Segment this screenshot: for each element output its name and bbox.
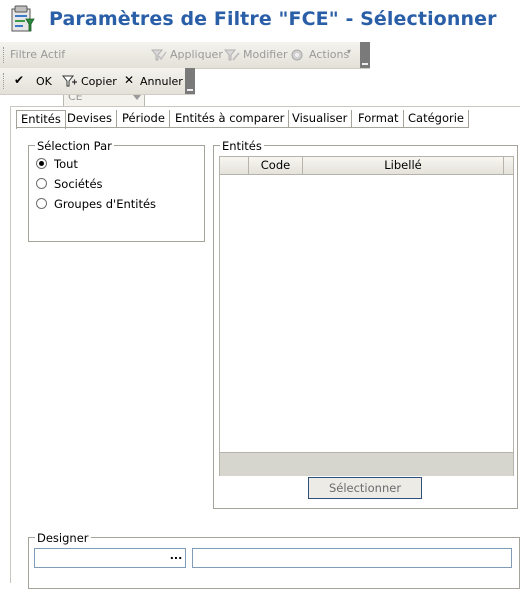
radio-button[interactable] bbox=[36, 178, 47, 189]
cancel-button[interactable]: ✕ Annuler bbox=[122, 72, 183, 90]
radio-button[interactable] bbox=[36, 158, 47, 169]
tab-label: Période bbox=[122, 111, 165, 125]
copy-label: Copier bbox=[81, 75, 117, 88]
modify-label: Modifier bbox=[243, 48, 288, 61]
actions-menu-button[interactable]: Actions ▾ bbox=[289, 46, 357, 64]
tab-periode[interactable]: Période bbox=[118, 110, 170, 127]
radio-tout[interactable]: Tout bbox=[36, 156, 176, 172]
selection-by-legend: Sélection Par bbox=[35, 139, 114, 153]
chevron-down-icon bbox=[133, 95, 141, 100]
actions-label: Actions bbox=[309, 48, 350, 61]
tab-visualiser[interactable]: Visualiser bbox=[288, 110, 353, 127]
copy-filter-icon bbox=[62, 75, 77, 87]
browse-button[interactable]: ... bbox=[167, 548, 185, 566]
apply-button[interactable]: Appliquer bbox=[151, 46, 223, 64]
column-label: Libellé bbox=[384, 158, 422, 172]
designer-code-input[interactable] bbox=[34, 548, 186, 568]
column-label: Code bbox=[260, 158, 291, 172]
tab-divider bbox=[16, 127, 469, 128]
toolbar-grip[interactable] bbox=[3, 73, 7, 89]
ok-label: OK bbox=[36, 75, 52, 88]
toolbar-grip[interactable] bbox=[3, 47, 7, 63]
radio-button[interactable] bbox=[36, 198, 47, 209]
filter-settings-icon bbox=[9, 5, 35, 33]
designer-legend: Designer bbox=[35, 531, 91, 545]
tab-devises[interactable]: Devises bbox=[63, 110, 117, 127]
dropdown-arrow-icon: ▾ bbox=[347, 47, 352, 56]
tab-format[interactable]: Format bbox=[354, 110, 404, 127]
filter-active-label: Filtre Actif bbox=[10, 48, 66, 61]
apply-filter-icon bbox=[151, 49, 167, 61]
edit-filter-icon bbox=[224, 49, 240, 61]
close-icon: ✕ bbox=[124, 73, 135, 87]
ok-button[interactable]: ✔ OK bbox=[12, 72, 54, 90]
cancel-label: Annuler bbox=[140, 75, 183, 88]
modify-button[interactable]: Modifier bbox=[224, 46, 288, 64]
select-button[interactable]: Sélectionner bbox=[308, 477, 422, 499]
checkmark-icon: ✔ bbox=[14, 73, 25, 87]
action-toolbar: ✔ OK Copier ✕ Annuler bbox=[0, 68, 195, 95]
tab-label: Devises bbox=[67, 111, 112, 125]
tab-label: Entités bbox=[21, 112, 61, 126]
window-title: Paramètres de Filtre "FCE" - Sélectionne… bbox=[49, 8, 497, 30]
apply-label: Appliquer bbox=[170, 48, 223, 61]
toolbar-overflow-button[interactable] bbox=[185, 68, 195, 94]
row-selector-header[interactable] bbox=[220, 157, 249, 174]
radio-label: Groupes d'Entités bbox=[54, 197, 157, 211]
tab-label: Entités à comparer bbox=[175, 111, 285, 125]
column-header-libelle[interactable]: Libellé bbox=[303, 157, 504, 174]
filter-toolbar: Filtre Actif CE Appliquer Modifier Actio… bbox=[0, 42, 370, 107]
tab-categorie[interactable]: Catégorie bbox=[404, 110, 469, 127]
tab-label: Visualiser bbox=[292, 111, 348, 125]
tab-entites-a-comparer[interactable]: Entités à comparer bbox=[171, 110, 290, 127]
window-header: Paramètres de Filtre "FCE" - Sélectionne… bbox=[0, 0, 520, 42]
radio-groupes-entites[interactable]: Groupes d'Entités bbox=[36, 196, 196, 212]
grid-footer bbox=[220, 452, 513, 476]
entities-grid[interactable]: Code Libellé bbox=[219, 156, 514, 476]
gear-icon bbox=[291, 49, 303, 61]
radio-label: Sociétés bbox=[54, 177, 103, 191]
tab-label: Catégorie bbox=[408, 111, 464, 125]
column-header-code[interactable]: Code bbox=[249, 157, 303, 174]
toolbar-overflow-button[interactable] bbox=[360, 42, 370, 68]
designer-name-input[interactable] bbox=[192, 548, 512, 568]
entities-legend: Entités bbox=[220, 139, 264, 153]
column-header-spacer bbox=[504, 157, 512, 174]
radio-societes[interactable]: Sociétés bbox=[36, 176, 176, 192]
radio-label: Tout bbox=[54, 157, 78, 171]
tab-label: Format bbox=[358, 111, 399, 125]
copy-button[interactable]: Copier bbox=[62, 72, 117, 90]
grid-header: Code Libellé bbox=[220, 157, 513, 175]
